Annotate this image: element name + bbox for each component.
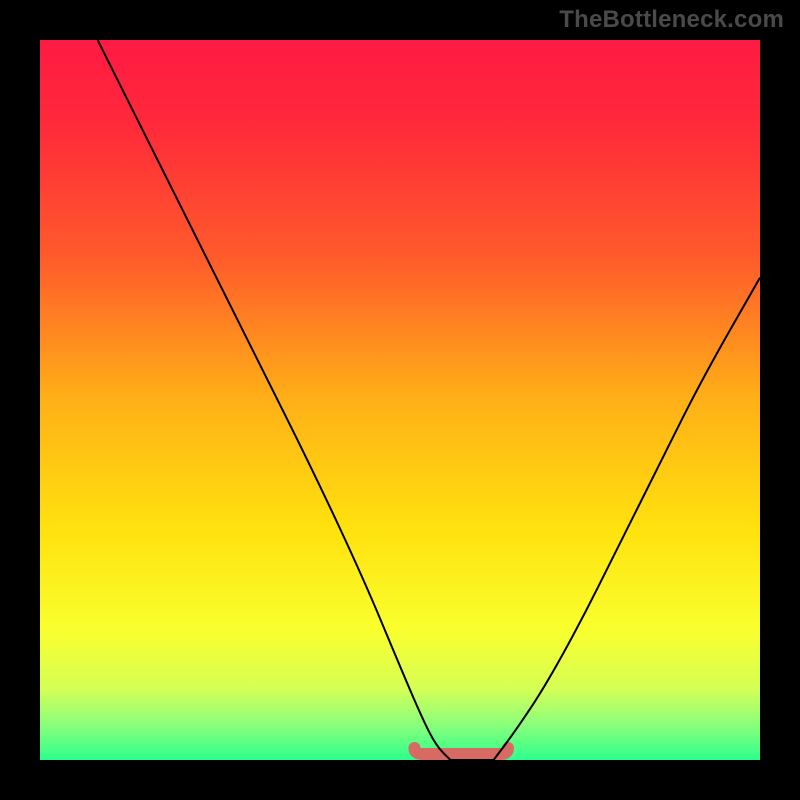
site-watermark: TheBottleneck.com [559, 6, 784, 34]
bottleneck-curve [98, 40, 760, 760]
plot-area [40, 40, 760, 760]
curve-layer [40, 40, 760, 760]
chart-frame: TheBottleneck.com [0, 0, 800, 800]
